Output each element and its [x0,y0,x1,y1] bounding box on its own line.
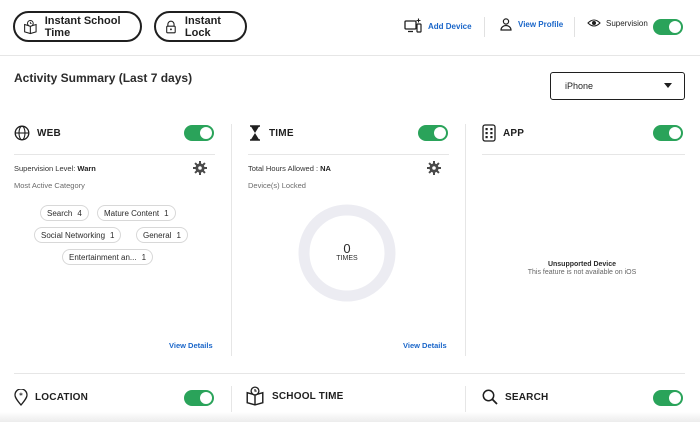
total-hours-value: NA [320,164,331,173]
divider [574,17,575,37]
divider [482,154,685,155]
divider [465,124,466,356]
category-chip: General 1 [136,227,188,243]
time-title: TIME [269,127,294,139]
app-grid-icon [482,124,496,142]
view-profile-link[interactable]: View Profile [500,18,563,31]
category-name: Mature Content [104,208,160,218]
web-view-details-link[interactable]: View Details [169,341,213,350]
category-name: Social Networking [41,230,106,240]
category-name: Entertainment an... [69,252,137,262]
device-select-value: iPhone [565,81,594,91]
web-toggle[interactable] [184,125,214,141]
school-time-card-title: SCHOOL TIME [245,386,343,406]
devices-locked-unit: TIMES [336,255,358,262]
time-toggle[interactable] [418,125,448,141]
unsupported-device-message: This feature is not available on iOS [527,269,637,276]
web-title: WEB [37,127,61,139]
divider [14,373,685,374]
book-clock-icon [24,19,37,34]
divider [248,154,449,155]
app-toggle[interactable] [653,125,683,141]
add-device-label: Add Device [428,21,472,31]
activity-summary-title: Activity Summary (Last 7 days) [14,71,193,85]
search-title: SEARCH [505,391,549,403]
supervision-level-value: Warn [77,164,96,173]
search-icon [482,389,498,405]
total-hours-label: Total Hours Allowed : [248,164,319,173]
category-count: 4 [77,208,82,218]
time-card-title: TIME [248,125,294,141]
supervision-label: Supervision [606,18,648,28]
person-icon [500,18,512,31]
device-select[interactable]: iPhone [550,72,685,100]
supervision-toggle[interactable] [653,19,683,35]
category-chip: Entertainment an... 1 [62,249,154,265]
category-count: 1 [164,208,169,218]
instant-lock-label: Instant Lock [184,14,221,39]
unsupported-device-title: Unsupported Device [547,261,617,268]
padlock-icon [166,20,176,33]
app-card-title: APP [482,124,524,142]
category-count: 1 [141,252,147,262]
globe-icon [14,125,30,141]
instant-school-time-label: Instant School Time [44,14,121,39]
supervision-control: Supervision [587,18,648,28]
category-name: Search [47,208,73,218]
supervision-level-label: Supervision Level: [14,164,76,173]
divider [14,154,215,155]
time-view-details-link[interactable]: View Details [403,341,447,350]
most-active-category-label: Most Active Category [14,181,85,190]
search-card-title: SEARCH [482,389,548,405]
top-bar: Instant School Time Instant Lock Add Dev… [0,0,700,56]
search-toggle[interactable] [653,390,683,406]
add-device-link[interactable]: Add Device [404,18,472,34]
instant-school-time-button[interactable]: Instant School Time [13,11,142,42]
location-toggle[interactable] [184,390,214,406]
category-count: 1 [110,230,115,240]
category-name: General [143,230,172,240]
gear-icon[interactable] [193,161,207,175]
divider [484,17,485,37]
category-count: 1 [176,230,181,240]
gear-icon[interactable] [427,161,441,175]
book-clock-icon [246,386,264,406]
caret-down-icon [664,83,672,88]
total-hours-allowed: Total Hours Allowed : NA [248,164,331,173]
svg-text:*: * [19,392,23,400]
location-title: LOCATION [35,392,89,403]
devices-locked-label: Device(s) Locked [248,181,306,190]
eye-icon [587,19,601,27]
divider [231,124,232,356]
app-title: APP [503,127,525,139]
devices-locked-count: 0 [343,241,351,256]
view-profile-label: View Profile [518,20,564,29]
category-chip: Social Networking 1 [34,227,122,243]
supervision-level: Supervision Level: Warn [14,164,96,173]
instant-lock-button[interactable]: Instant Lock [154,11,247,42]
location-card-title: * LOCATION [14,389,88,406]
hourglass-icon [250,125,260,141]
category-chip: Search 4 [40,205,89,221]
category-chip: Mature Content 1 [97,205,176,221]
web-card-title: WEB [14,125,61,141]
location-pin-icon: * [14,389,28,406]
scroll-fade [0,412,700,422]
device-add-icon [404,18,422,33]
school-time-title: SCHOOL TIME [272,390,344,402]
